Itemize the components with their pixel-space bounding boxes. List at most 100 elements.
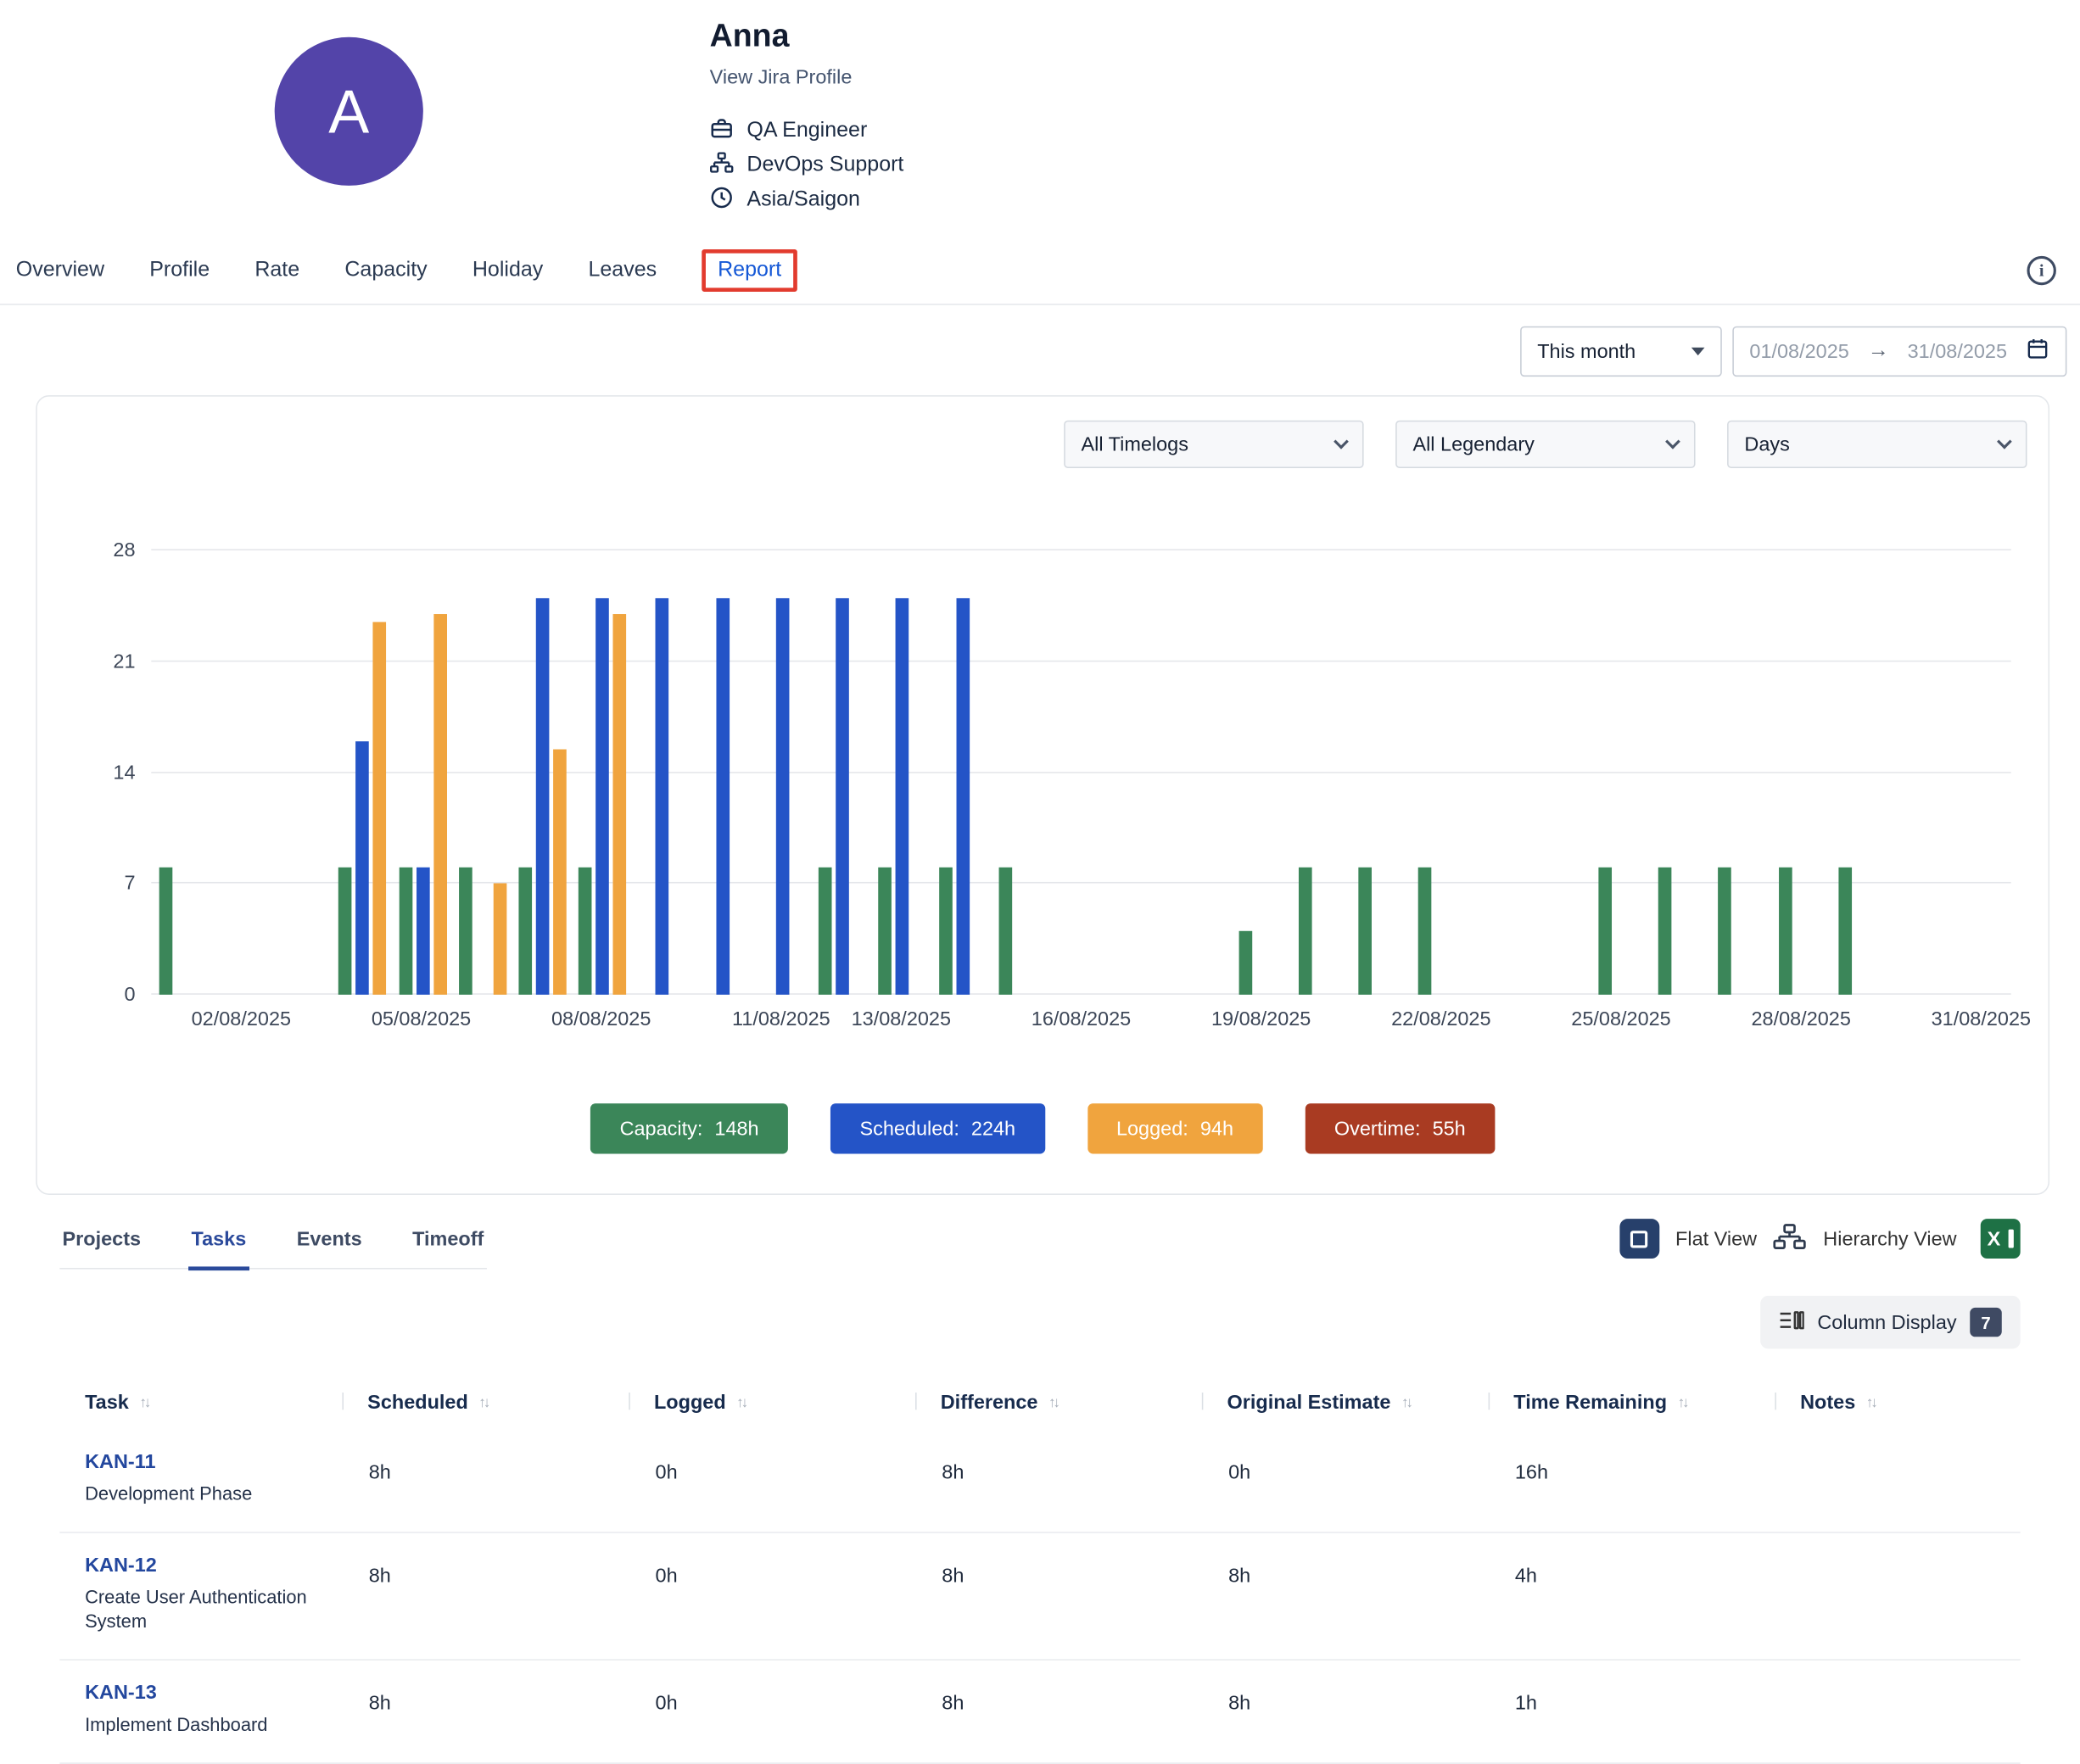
- granularity-select-value: Days: [1744, 433, 1789, 456]
- timelogs-select[interactable]: All Timelogs: [1064, 421, 1363, 468]
- bar-capacity-day-5: [399, 868, 412, 995]
- workload-chart-card: All Timelogs All Legendary Days 07142128…: [36, 395, 2049, 1195]
- gridline: [151, 660, 2010, 662]
- legend-capacity-button[interactable]: Capacity: 148h: [590, 1103, 788, 1153]
- column-header-difference[interactable]: Difference↑↓: [915, 1391, 1202, 1414]
- flat-view-label[interactable]: Flat View: [1675, 1227, 1757, 1250]
- bar-capacity-day-27: [1719, 868, 1732, 995]
- sort-icon[interactable]: ↑↓: [478, 1394, 488, 1410]
- y-axis-tick-label: 0: [85, 984, 135, 1007]
- legend-overtime-button[interactable]: Overtime: 55h: [1305, 1103, 1495, 1153]
- chart-area: 07142128 02/08/202505/08/202508/08/20251…: [151, 550, 2010, 1040]
- bar-logged-day-7: [553, 749, 567, 995]
- time-remaining-cell: 16h: [1489, 1451, 1775, 1505]
- task-key-link[interactable]: KAN-11: [85, 1451, 155, 1474]
- nav-item-overview[interactable]: Overview: [16, 258, 104, 282]
- profile-info: Anna View Jira Profile QA Engineer DevOp…: [710, 19, 904, 218]
- task-cell: KAN-12 Create User Authentication System: [59, 1555, 342, 1633]
- view-jira-profile-link[interactable]: View Jira Profile: [710, 66, 853, 89]
- sort-icon[interactable]: ↑↓: [736, 1394, 746, 1410]
- calendar-icon[interactable]: [2026, 337, 2049, 366]
- tab-timeoff[interactable]: Timeoff: [410, 1228, 487, 1270]
- bar-capacity-day-25: [1598, 868, 1612, 995]
- x-axis-tick-label: 13/08/2025: [852, 1008, 951, 1030]
- nav-item-report[interactable]: Report: [702, 248, 797, 291]
- table-header-row: Task↑↓ Scheduled↑↓ Logged↑↓ Difference↑↓…: [59, 1383, 2020, 1430]
- sort-icon[interactable]: ↑↓: [1048, 1394, 1058, 1410]
- team-text: DevOps Support: [746, 154, 903, 177]
- date-to-value[interactable]: 31/08/2025: [1908, 340, 2007, 363]
- date-range-picker[interactable]: 01/08/2025 → 31/08/2025: [1732, 327, 2066, 377]
- granularity-select[interactable]: Days: [1727, 421, 2027, 468]
- gridline: [151, 549, 2010, 550]
- bar-scheduled-day-13: [896, 598, 909, 995]
- legend-value: 94h: [1200, 1118, 1233, 1141]
- period-select-value: This month: [1537, 340, 1635, 363]
- profile-details: QA Engineer DevOps Support Asia/Saigon: [710, 114, 904, 217]
- sort-icon[interactable]: ↑↓: [139, 1394, 148, 1410]
- period-select[interactable]: This month: [1520, 327, 1722, 377]
- hierarchy-view-icon[interactable]: [1773, 1221, 1808, 1256]
- bar-capacity-day-15: [998, 868, 1012, 995]
- info-icon[interactable]: i: [2027, 255, 2055, 284]
- nav-item-holiday[interactable]: Holiday: [472, 258, 543, 282]
- scheduled-cell: 8h: [342, 1451, 629, 1505]
- column-header-original-estimate[interactable]: Original Estimate↑↓: [1202, 1391, 1489, 1414]
- date-from-value[interactable]: 01/08/2025: [1749, 340, 1848, 363]
- bar-capacity-day-20: [1299, 868, 1312, 995]
- arrow-right-icon: →: [1868, 339, 1889, 363]
- notes-cell: [1775, 1555, 2020, 1633]
- nav-item-capacity[interactable]: Capacity: [344, 258, 427, 282]
- timelogs-select-value: All Timelogs: [1081, 433, 1188, 456]
- excel-x-glyph: X: [1988, 1227, 2001, 1250]
- flat-view-icon[interactable]: [1619, 1219, 1659, 1259]
- page: A Anna View Jira Profile QA Engineer Dev…: [0, 0, 2080, 1733]
- excel-export-button[interactable]: X: [1981, 1219, 2021, 1259]
- sort-icon[interactable]: ↑↓: [1401, 1394, 1411, 1410]
- tab-events[interactable]: Events: [294, 1228, 365, 1270]
- gridline: [151, 882, 2010, 884]
- nav-item-rate[interactable]: Rate: [254, 258, 299, 282]
- y-axis-tick-label: 7: [85, 873, 135, 896]
- bar-capacity-day-7: [518, 868, 532, 995]
- chevron-down-icon: [1997, 434, 2012, 449]
- original-estimate-cell: 8h: [1202, 1555, 1489, 1633]
- column-display-button[interactable]: Column Display 7: [1760, 1296, 2021, 1349]
- chevron-down-icon: [1691, 348, 1705, 355]
- timezone-row: Asia/Saigon: [710, 183, 904, 218]
- tab-tasks[interactable]: Tasks: [188, 1228, 249, 1270]
- chart-filters: All Timelogs All Legendary Days: [37, 421, 2049, 468]
- tab-projects[interactable]: Projects: [59, 1228, 143, 1270]
- bar-scheduled-day-5: [416, 868, 429, 995]
- column-header-logged[interactable]: Logged↑↓: [629, 1391, 915, 1414]
- column-header-task[interactable]: Task↑↓: [59, 1391, 342, 1414]
- legend-logged-button[interactable]: Logged: 94h: [1088, 1103, 1263, 1153]
- task-cell: KAN-11 Development Phase: [59, 1451, 342, 1505]
- timezone-text: Asia/Saigon: [746, 188, 860, 212]
- legendary-select[interactable]: All Legendary: [1395, 421, 1695, 468]
- bar-capacity-day-26: [1658, 868, 1672, 995]
- column-header-scheduled[interactable]: Scheduled↑↓: [342, 1391, 629, 1414]
- column-display-row: Column Display 7: [59, 1296, 2020, 1349]
- y-axis-tick-label: 14: [85, 762, 135, 784]
- original-estimate-cell: 8h: [1202, 1682, 1489, 1736]
- period-filter-row: This month 01/08/2025 → 31/08/2025: [0, 327, 2066, 377]
- sort-icon[interactable]: ↑↓: [1866, 1394, 1876, 1410]
- chevron-down-icon: [1665, 434, 1680, 449]
- logged-cell: 0h: [629, 1555, 915, 1633]
- sort-icon[interactable]: ↑↓: [1678, 1394, 1687, 1410]
- x-axis-tick-label: 11/08/2025: [732, 1008, 830, 1030]
- nav-item-leaves[interactable]: Leaves: [588, 258, 657, 282]
- column-header-time-remaining[interactable]: Time Remaining↑↓: [1489, 1391, 1775, 1414]
- task-summary: Create User Authentication System: [85, 1585, 323, 1633]
- legend-label: Capacity:: [620, 1118, 703, 1141]
- column-header-notes[interactable]: Notes↑↓: [1775, 1391, 2020, 1414]
- bar-capacity-day-4: [338, 868, 352, 995]
- task-key-link[interactable]: KAN-12: [85, 1555, 157, 1577]
- difference-cell: 8h: [915, 1682, 1202, 1736]
- legend-scheduled-button[interactable]: Scheduled: 224h: [830, 1103, 1044, 1153]
- nav-item-profile[interactable]: Profile: [149, 258, 210, 282]
- bar-capacity-day-19: [1238, 931, 1252, 995]
- task-key-link[interactable]: KAN-13: [85, 1682, 157, 1705]
- hierarchy-view-label[interactable]: Hierarchy View: [1823, 1227, 1956, 1250]
